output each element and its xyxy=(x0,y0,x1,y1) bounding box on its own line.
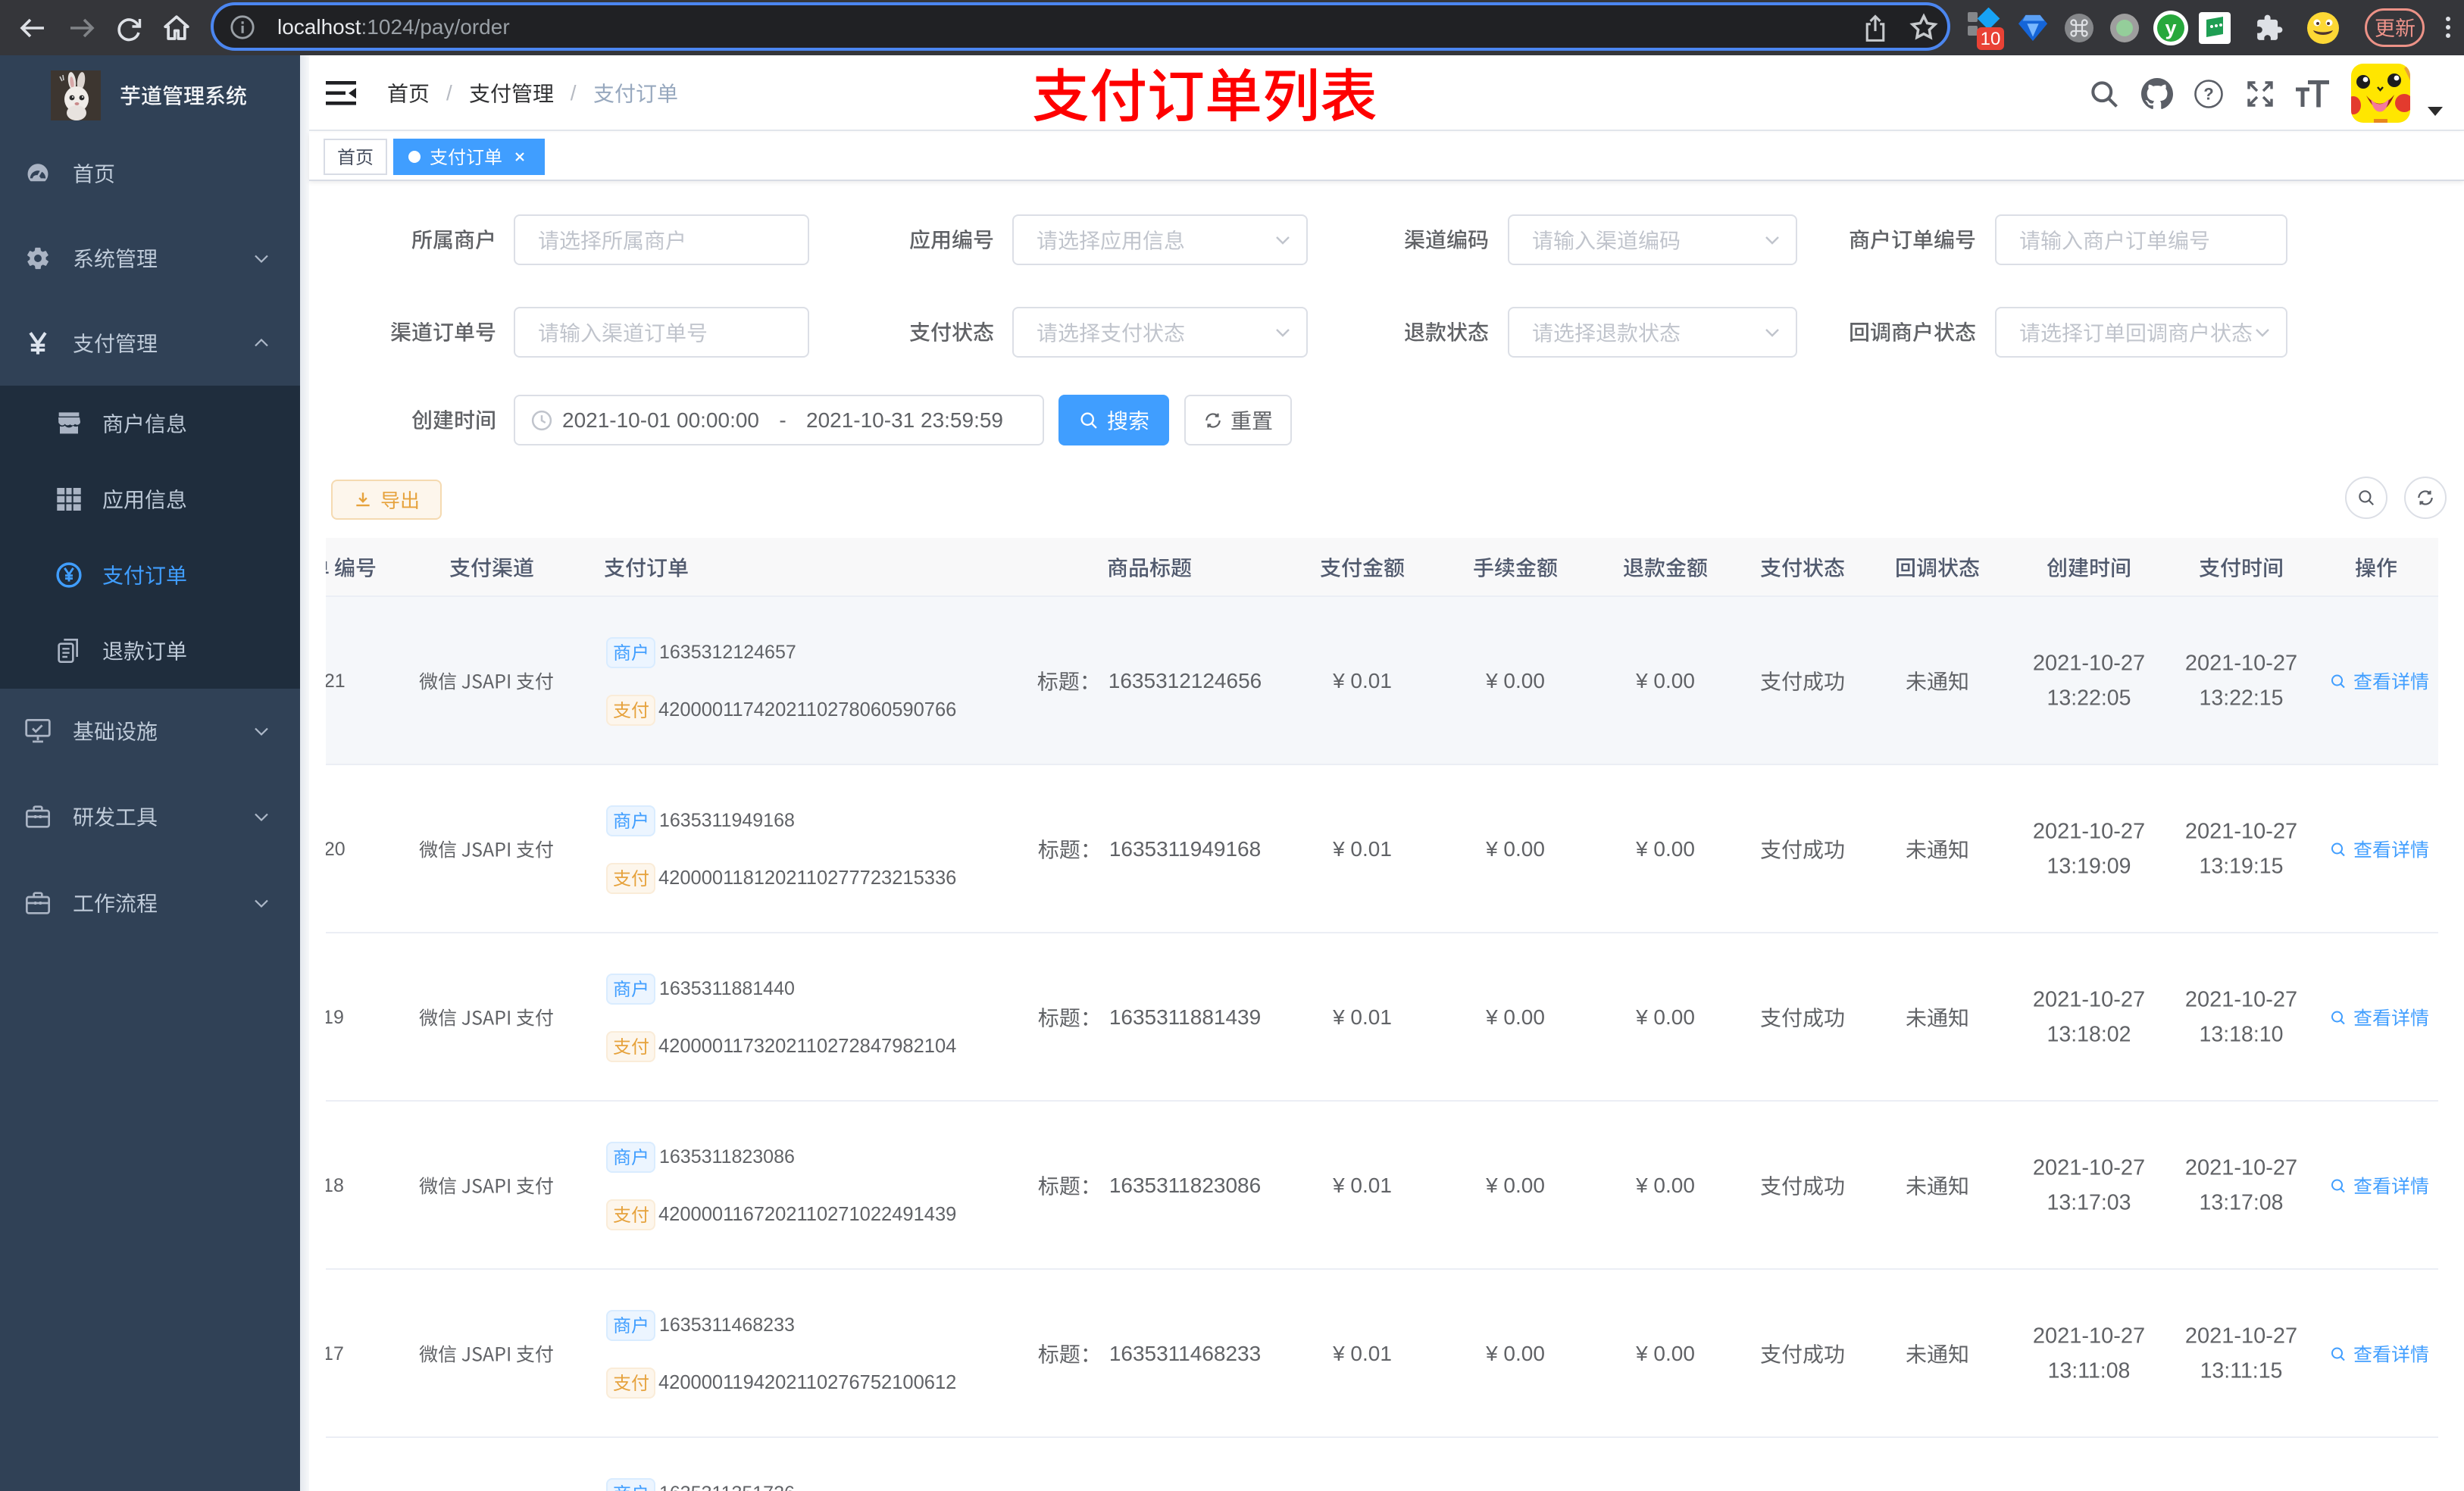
svg-text:y: y xyxy=(2165,17,2176,39)
svg-text:10: 10 xyxy=(1981,29,2001,49)
svg-text:?: ? xyxy=(2203,85,2213,104)
